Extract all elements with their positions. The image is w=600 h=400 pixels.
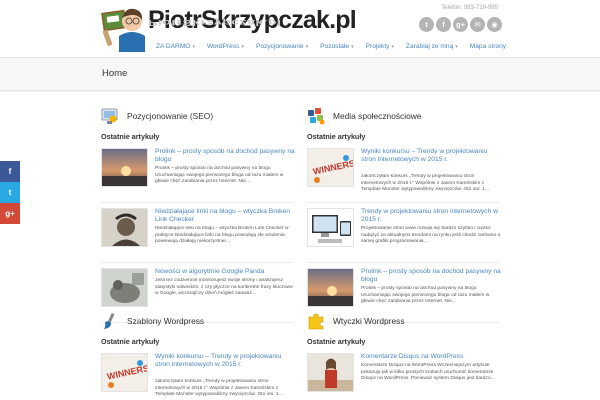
social-media-icon <box>308 108 325 125</box>
puzzle-icon <box>308 313 324 330</box>
post-title[interactable]: Komentarze Disqus na WordPress <box>361 353 501 361</box>
chevron-down-icon: ▾ <box>351 44 354 50</box>
post-excerpt: zakończyłam konkurs „Trendy w projektowa… <box>361 174 490 193</box>
post-title[interactable]: Prolink – prosty sposób na dochód pasywn… <box>155 148 295 165</box>
nav-item-projekty[interactable]: Projekty ▾ <box>366 43 401 50</box>
post-thumbnail[interactable] <box>307 353 354 392</box>
section-subtitle: Ostatnie artykuły <box>101 132 160 141</box>
chevron-down-icon: ▾ <box>305 44 309 50</box>
post-title[interactable]: Trendy w projektowaniu stron internetowy… <box>361 208 501 225</box>
twitter-icon[interactable]: t <box>419 17 434 32</box>
section-title[interactable]: Pozycjonowanie (SEO) <box>127 111 213 121</box>
post-thumbnail[interactable] <box>101 148 148 187</box>
post-item: Niedziałające linki na blogu – wtyczka B… <box>101 208 293 263</box>
post-excerpt: Komentarze Disqus na WordPress Wcześniej… <box>361 363 496 382</box>
section-wordpress-plugins: Wtyczki Wordpress Ostatnie artykuły Kome… <box>307 311 499 400</box>
main-nav: ZA DARMO ▾ WordPress ▾ Pozycjonowanie ▾ Poz… <box>156 43 518 50</box>
floating-share-bar: f t g+ <box>0 161 20 224</box>
post-title[interactable]: Niedziałające linki na blogu – wtyczka B… <box>155 208 295 225</box>
post-thumbnail[interactable] <box>101 208 148 247</box>
nav-item-wordpress[interactable]: WordPress ▾ <box>207 43 251 50</box>
post-title[interactable]: Prolink – prosty sposób na dochód pasywn… <box>361 268 501 285</box>
breadcrumb-bar: Home <box>0 59 600 91</box>
section-title[interactable]: Media społecznościowe <box>333 111 421 121</box>
section-social-media: Media społecznościowe Ostatnie artykuły … <box>307 106 501 328</box>
rss-icon[interactable]: ◉ <box>487 17 502 32</box>
post-excerpt: Prolink – prosty sposób na dochód pasywn… <box>155 166 284 185</box>
nav-item-za-darmo[interactable]: ZA DARMO ▾ <box>156 43 202 50</box>
twitter-icon[interactable]: t <box>0 182 20 203</box>
post-item: Komentarze Disqus na WordPress Komentarz… <box>307 353 499 400</box>
post-thumbnail[interactable] <box>307 268 354 307</box>
header-social-links: t f g+ ✉ ◉ <box>419 17 502 32</box>
post-title[interactable]: Wyniki konkursu – Trendy w projektowaniu… <box>155 353 295 370</box>
section-seo: Pozycjonowanie (SEO) Ostatnie artykuły P… <box>101 106 295 328</box>
nav-item-pozycjonowanie[interactable]: Pozycjonowanie ▾ <box>256 43 315 50</box>
post-item: WINNERS Wyniki konkursu – Trendy w proje… <box>307 148 499 203</box>
section-wordpress-templates: Szablony Wordpress Ostatnie artykuły WIN… <box>101 311 293 400</box>
nav-item-mapa-strony[interactable]: Mapa strony <box>470 43 513 50</box>
post-thumbnail[interactable]: WINNERS <box>101 353 148 392</box>
post-item: Trendy w projektowaniu stron internetowy… <box>307 208 501 263</box>
email-icon[interactable]: ✉ <box>470 17 485 32</box>
section-subtitle: Ostatnie artykuły <box>307 337 366 346</box>
post-thumbnail[interactable]: WINNERS <box>307 148 354 187</box>
facebook-icon[interactable]: f <box>0 161 20 182</box>
site-header: PiotrSkrzypczak.pl PiotrSkrzypczak.pl Te… <box>0 0 600 58</box>
section-title[interactable]: Szablony Wordpress <box>127 316 204 326</box>
post-excerpt: Projektowanie stron www rozwija się bard… <box>361 226 501 245</box>
main-content: Pozycjonowanie (SEO) Ostatnie artykuły P… <box>0 92 600 400</box>
post-thumbnail[interactable] <box>101 268 148 307</box>
chevron-down-icon: ▾ <box>391 44 394 50</box>
post-thumbnail[interactable] <box>307 208 354 247</box>
phone-number: Telefon: 883-719-995 <box>441 5 498 11</box>
section-subtitle: Ostatnie artykuły <box>307 132 366 141</box>
chevron-down-icon: ▾ <box>241 44 244 50</box>
googleplus-icon[interactable]: g+ <box>0 203 20 224</box>
chevron-down-icon: ▾ <box>455 44 458 50</box>
logo-icon[interactable] <box>101 6 145 52</box>
facebook-icon[interactable]: f <box>436 17 451 32</box>
section-subtitle: Ostatnie artykuły <box>101 337 160 346</box>
post-excerpt: Niedziałające linki na blogu – wtyczka B… <box>155 226 289 245</box>
post-excerpt: Jeśli też codziennie monitorujesz swoje … <box>155 278 293 297</box>
post-excerpt: Prolink – prosty sposób na dochód pasywn… <box>361 286 490 305</box>
section-title[interactable]: Wtyczki Wordpress <box>333 316 405 326</box>
post-item: Prolink – prosty sposób na dochód pasywn… <box>101 148 295 203</box>
chevron-down-icon: ▾ <box>192 44 195 50</box>
brush-icon <box>104 312 115 329</box>
post-excerpt: zakończyłam konkurs „Trendy w projektowa… <box>155 379 284 398</box>
post-title[interactable]: Wyniki konkursu – Trendy w projektowaniu… <box>361 148 501 165</box>
post-title[interactable]: Nowości w algorytmie Google Panda <box>155 268 295 276</box>
site-title-reflection: PiotrSkrzypczak.pl <box>148 18 282 28</box>
googleplus-icon[interactable]: g+ <box>453 17 468 32</box>
nav-item-pozostale[interactable]: Pozostałe ▾ <box>320 43 360 50</box>
post-item: WINNERS Wyniki konkursu – Trendy w proje… <box>101 353 293 400</box>
nav-item-zarabiaj[interactable]: Zarabiaj ze mną ▾ <box>406 43 465 50</box>
breadcrumb: Home <box>102 68 128 79</box>
seo-icon <box>101 108 118 124</box>
